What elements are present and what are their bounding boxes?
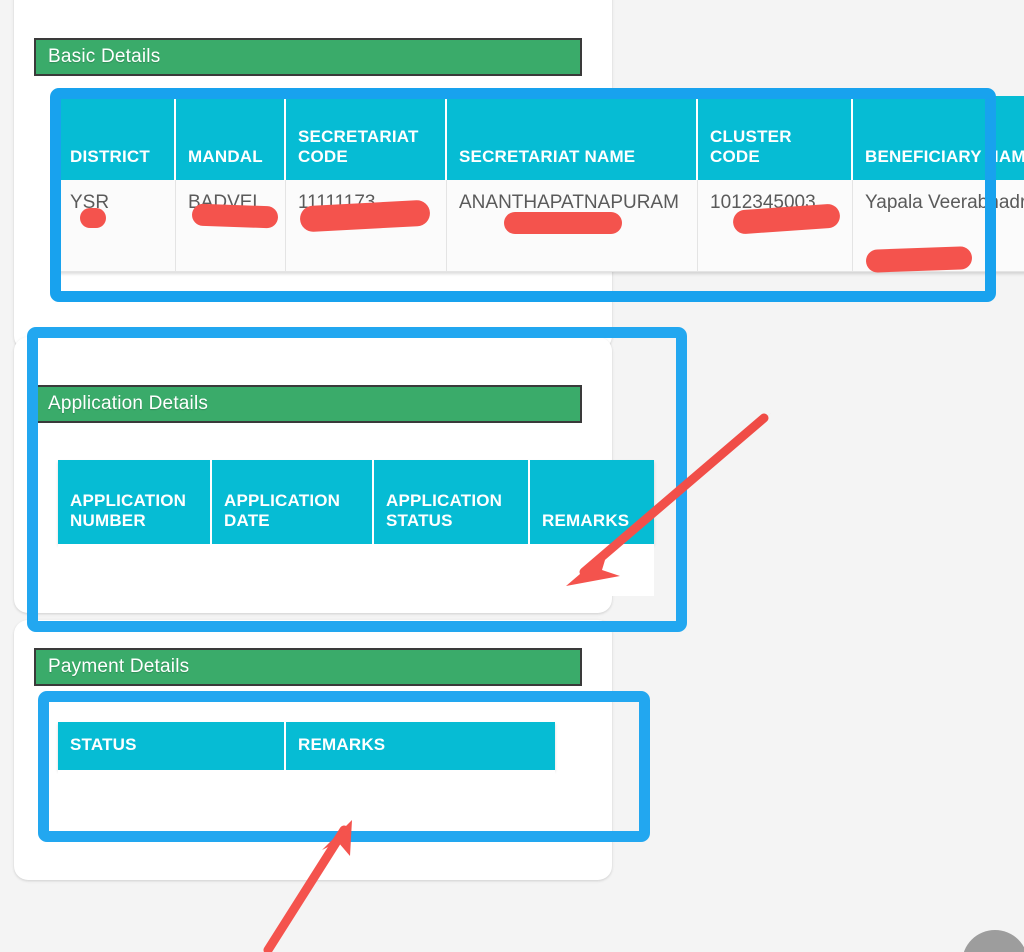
application-details-header-row: APPLICATION NUMBER APPLICATION DATE APPL…	[58, 460, 654, 544]
screenshot-root: Basic Details DISTRICT MANDAL SECRETARIA…	[0, 0, 1024, 952]
payment-details-banner: Payment Details	[34, 648, 582, 686]
cell-mandal: BADVEL	[176, 180, 286, 272]
col-remarks: REMARKS	[530, 460, 654, 544]
col-beneficiary-name: BENEFICIARY NAME	[853, 96, 1024, 180]
basic-details-table-scroller[interactable]: DISTRICT MANDAL SECRETARIAT CODE SECRETA…	[58, 96, 1024, 294]
col-secretariat-code: SECRETARIAT CODE	[286, 96, 447, 180]
payment-details-title: Payment Details	[48, 656, 190, 677]
col-district: DISTRICT	[58, 96, 176, 180]
application-details-empty-body	[58, 544, 654, 596]
cell-secretariat-code: 11111173	[286, 180, 447, 272]
application-details-table: APPLICATION NUMBER APPLICATION DATE APPL…	[58, 460, 654, 544]
payment-details-empty-body	[58, 770, 555, 822]
payment-details-header-row: STATUS REMARKS	[58, 722, 555, 770]
cell-beneficiary-name: Yapala Veerabhadrudu	[853, 180, 1024, 272]
cell-district: YSR	[58, 180, 176, 272]
basic-details-header-row: DISTRICT MANDAL SECRETARIAT CODE SECRETA…	[58, 96, 1024, 180]
basic-details-banner: Basic Details	[34, 38, 582, 76]
payment-details-table: STATUS REMARKS	[58, 722, 555, 770]
col-cluster-code: CLUSTER CODE	[698, 96, 853, 180]
col-application-status: APPLICATION STATUS	[374, 460, 530, 544]
col-secretariat-name: SECRETARIAT NAME	[447, 96, 698, 180]
col-payment-remarks: REMARKS	[286, 722, 555, 770]
col-application-number: APPLICATION NUMBER	[58, 460, 212, 544]
cell-secretariat-name: ANANTHAPATNAPURAM	[447, 180, 698, 272]
application-details-banner: Application Details	[34, 385, 582, 423]
cell-cluster-code: 1012345003	[698, 180, 853, 272]
col-status: STATUS	[58, 722, 286, 770]
col-application-date: APPLICATION DATE	[212, 460, 374, 544]
col-mandal: MANDAL	[176, 96, 286, 180]
basic-details-title: Basic Details	[48, 46, 161, 67]
basic-details-table: DISTRICT MANDAL SECRETARIAT CODE SECRETA…	[58, 96, 1024, 272]
table-row: YSR BADVEL 11111173 ANANTHAPATNAPURAM 10…	[58, 180, 1024, 272]
application-details-title: Application Details	[48, 393, 209, 414]
